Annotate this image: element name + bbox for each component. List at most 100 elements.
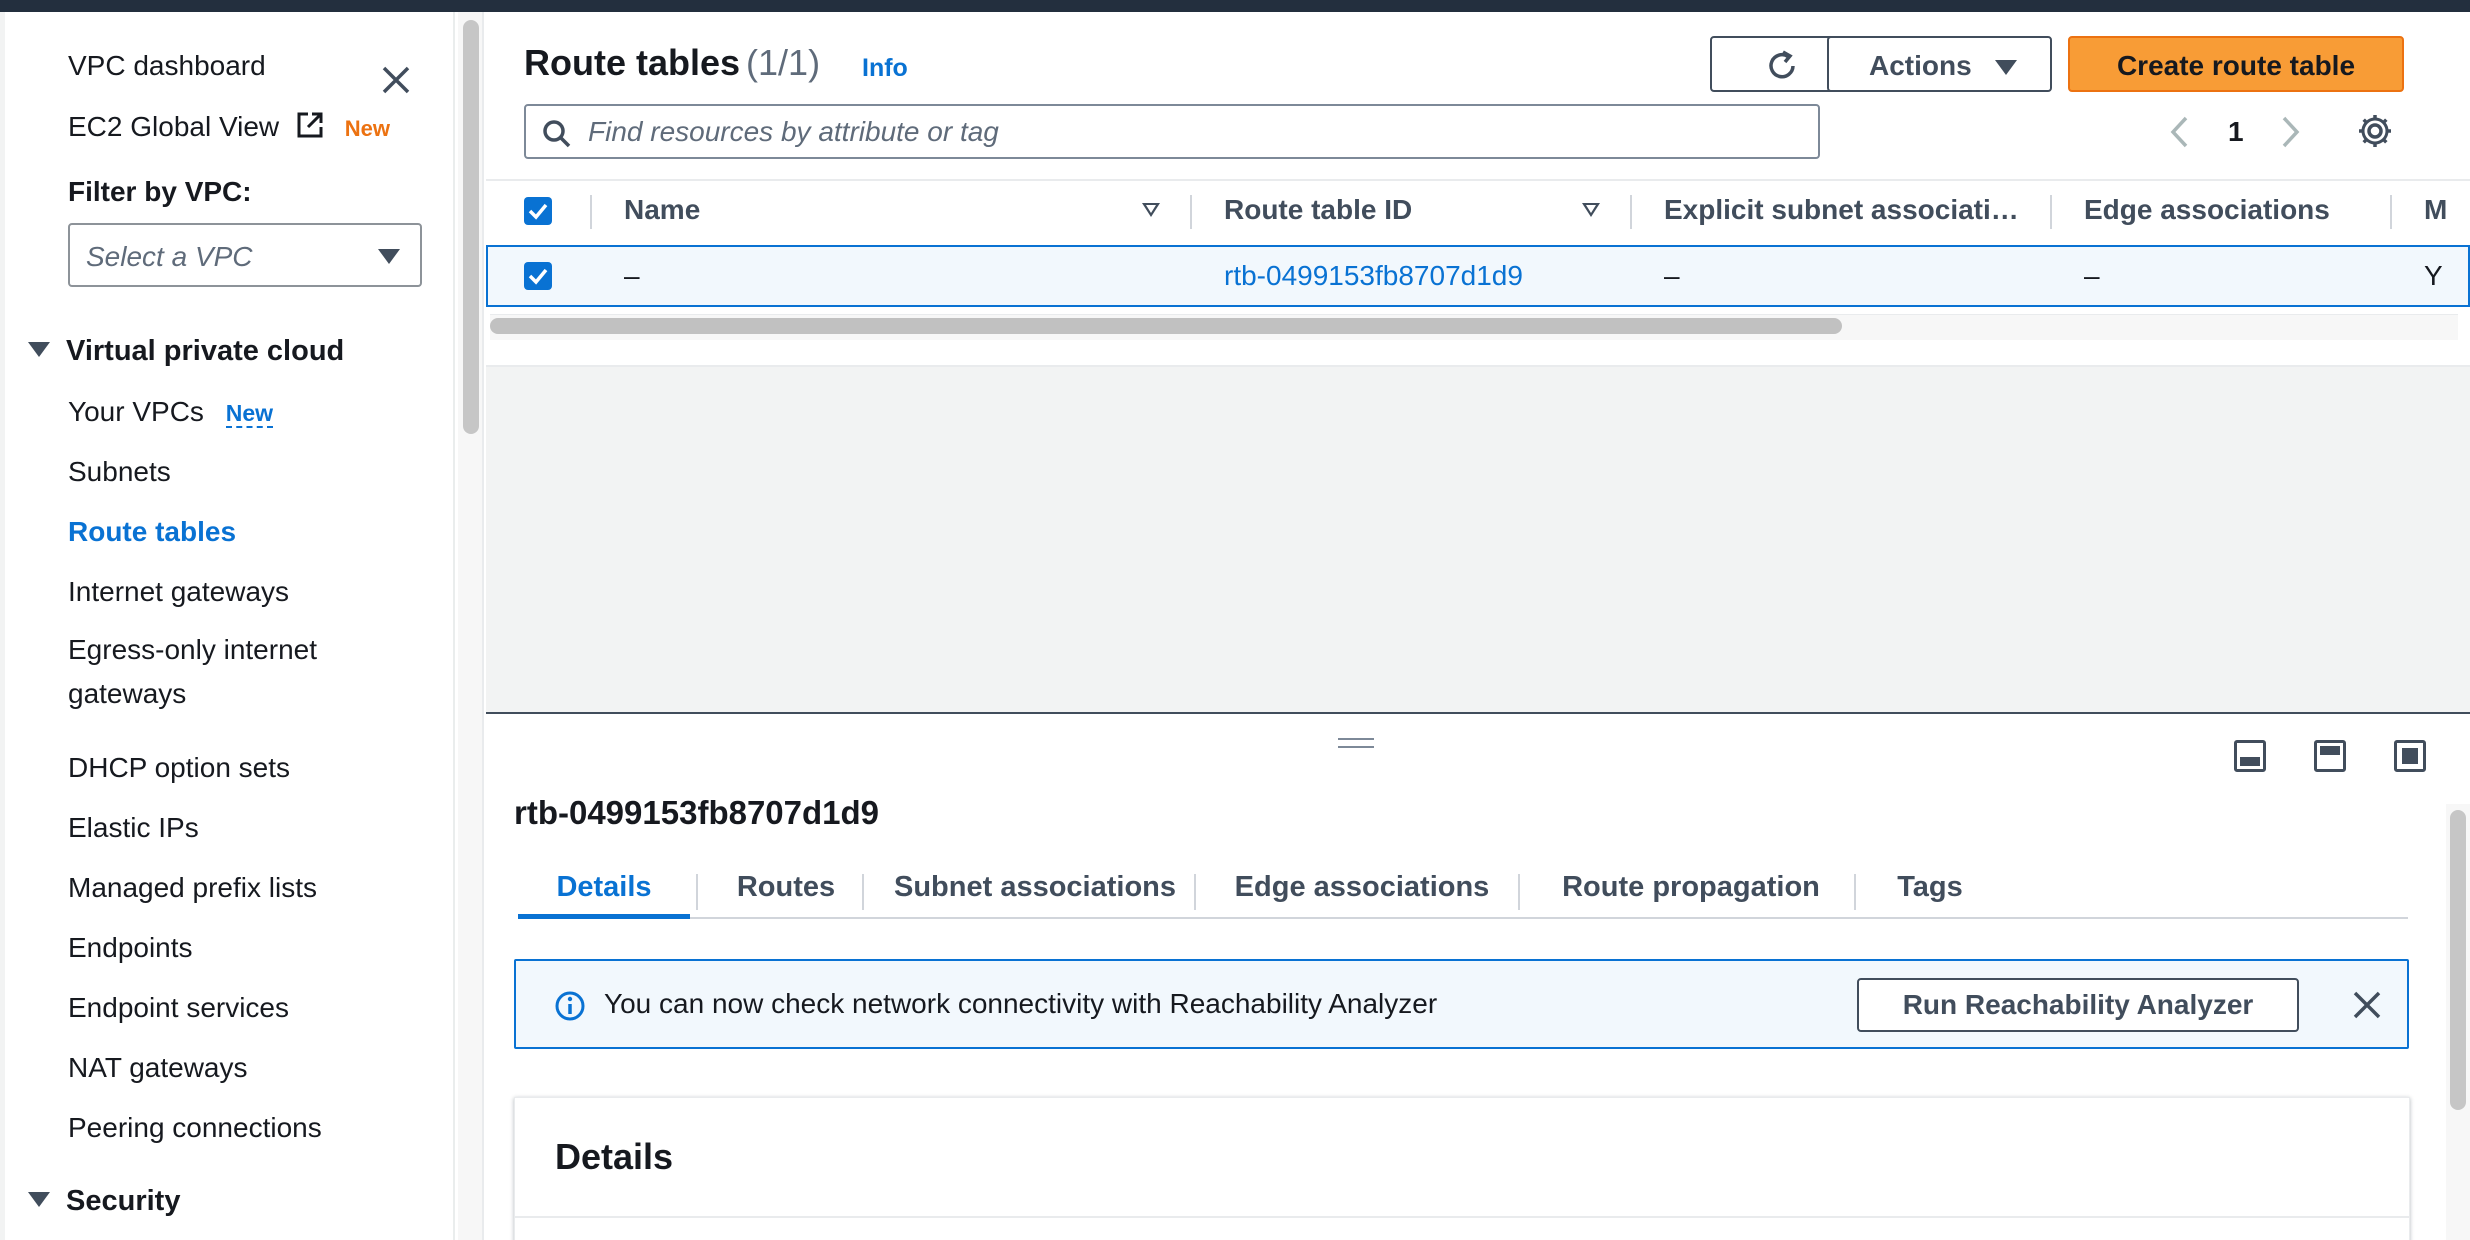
sidebar-item-label: Your VPCs xyxy=(68,396,204,427)
sidebar-item-vpc-dashboard[interactable]: VPC dashboard xyxy=(68,50,266,82)
tab-edge-associations[interactable]: Edge associations xyxy=(1224,864,1500,919)
close-icon[interactable] xyxy=(2350,988,2384,1022)
column-header-main[interactable]: M xyxy=(2424,181,2447,241)
sidebar-item-internet-gateways[interactable]: Internet gateways xyxy=(68,576,289,608)
tab-subnet-associations[interactable]: Subnet associations xyxy=(890,864,1180,919)
caret-down-icon xyxy=(28,342,50,357)
tab-divider xyxy=(1518,874,1520,910)
new-badge[interactable]: New xyxy=(225,400,274,428)
section-security[interactable]: Security xyxy=(28,1185,180,1218)
tab-divider xyxy=(1194,874,1196,910)
page-title-text: Route tables xyxy=(524,42,741,83)
cell-name: – xyxy=(624,260,640,291)
tab-divider xyxy=(1854,874,1856,910)
column-divider xyxy=(590,195,592,229)
cell-explicit-subnet-associations: – xyxy=(1664,260,1680,291)
sidebar-item-subnets[interactable]: Subnets xyxy=(68,456,171,488)
tab-routes[interactable]: Routes xyxy=(726,864,846,919)
sidebar-item-ec2-global-view[interactable]: EC2 Global View New xyxy=(68,110,390,143)
row-checkbox[interactable] xyxy=(524,262,552,290)
column-divider[interactable] xyxy=(1190,195,1192,229)
page-title: Route tables (1/1) xyxy=(524,42,820,84)
sidebar-item-elastic-ips[interactable]: Elastic IPs xyxy=(68,812,199,844)
run-reachability-analyzer-button[interactable]: Run Reachability Analyzer xyxy=(1857,978,2299,1032)
details-container: Details xyxy=(514,1097,2410,1240)
alert-message: You can now check network connectivity w… xyxy=(604,988,1438,1019)
split-panel-scrollbar-thumb[interactable] xyxy=(2450,810,2466,1110)
tab-tags[interactable]: Tags xyxy=(1874,864,1986,919)
cell-route-table-id-link[interactable]: rtb-0499153fb8707d1d9 xyxy=(1224,247,1523,305)
section-label: Security xyxy=(66,1185,181,1217)
panel-hidden-icon[interactable] xyxy=(2394,740,2426,772)
sidebar-item-nat-gateways[interactable]: NAT gateways xyxy=(68,1052,247,1084)
reachability-info-alert: You can now check network connectivity w… xyxy=(514,959,2409,1049)
chevron-right-icon[interactable] xyxy=(2276,115,2304,149)
vpc-filter-select[interactable]: Select a VPC xyxy=(68,223,422,287)
table-horizontal-scrollbar-thumb[interactable] xyxy=(490,318,1842,334)
create-route-table-button[interactable]: Create route table xyxy=(2068,36,2404,92)
gear-icon[interactable] xyxy=(2356,112,2394,150)
table-row[interactable]: – rtb-0499153fb8707d1d9 – – Y xyxy=(486,245,2470,307)
page-number[interactable]: 1 xyxy=(2228,116,2244,148)
sidebar-item-label-line2: gateways xyxy=(68,678,187,709)
search-box[interactable] xyxy=(524,104,1820,159)
details-header: Details xyxy=(555,1136,674,1177)
section-virtual-private-cloud[interactable]: Virtual private cloud xyxy=(28,335,344,368)
cell-edge-associations: – xyxy=(2084,260,2100,291)
top-navigation-bar xyxy=(0,0,2470,12)
ec2-global-view-label: EC2 Global View xyxy=(68,111,280,142)
column-divider[interactable] xyxy=(2390,195,2392,229)
column-divider[interactable] xyxy=(1630,195,1632,229)
sidebar-item-endpoint-services[interactable]: Endpoint services xyxy=(68,992,289,1024)
sidebar-item-managed-prefix-lists[interactable]: Managed prefix lists xyxy=(68,872,317,904)
caret-down-icon xyxy=(1995,60,2017,75)
column-header-name[interactable]: Name xyxy=(624,181,700,241)
sort-icon[interactable] xyxy=(1142,203,1160,217)
info-icon xyxy=(555,991,585,1021)
column-header-edge-associations[interactable]: Edge associations xyxy=(2084,181,2330,241)
select-all-checkbox[interactable] xyxy=(524,197,552,225)
caret-down-icon xyxy=(378,249,400,264)
new-badge: New xyxy=(344,116,390,141)
sidebar-item-peering-connections[interactable]: Peering connections xyxy=(68,1112,322,1144)
sort-icon[interactable] xyxy=(1582,203,1600,217)
main-content: Route tables (1/1) Info Actions Create ro… xyxy=(486,12,2470,1240)
sidebar-item-dhcp-option-sets[interactable]: DHCP option sets xyxy=(68,752,290,784)
split-panel-title: rtb-0499153fb8707d1d9 xyxy=(514,794,880,831)
sidebar-item-label-line1: Egress-only internet xyxy=(68,634,318,665)
side-navigation: VPC dashboard EC2 Global View New Filter… xyxy=(0,12,455,1240)
route-tables-panel: Route tables (1/1) Info Actions Create ro… xyxy=(486,12,2470,367)
column-divider[interactable] xyxy=(2050,195,2052,229)
sidebar-item-your-vpcs[interactable]: Your VPCs New xyxy=(68,396,274,428)
split-panel-tabs: Details Routes Subnet associations Edge … xyxy=(518,864,2408,919)
sidebar-edge xyxy=(0,12,5,1240)
sidebar-scrollbar-thumb[interactable] xyxy=(463,20,479,434)
check-icon xyxy=(528,268,548,285)
section-label: Virtual private cloud xyxy=(66,335,345,367)
tab-route-propagation[interactable]: Route propagation xyxy=(1548,864,1834,919)
tab-divider xyxy=(862,874,864,910)
vpc-filter-placeholder: Select a VPC xyxy=(86,241,253,272)
sidebar-item-endpoints[interactable]: Endpoints xyxy=(68,932,193,964)
panel-bottom-icon[interactable] xyxy=(2234,740,2266,772)
external-link-icon xyxy=(297,112,323,138)
table-header: Name Route table ID Explicit subnet asso… xyxy=(486,179,2470,239)
info-link[interactable]: Info xyxy=(862,54,908,83)
check-icon xyxy=(528,203,548,220)
chevron-left-icon[interactable] xyxy=(2166,115,2194,149)
selection-count: (1/1) xyxy=(746,42,821,83)
column-header-explicit-subnet-associations[interactable]: Explicit subnet associati… xyxy=(1664,181,2019,241)
filter-by-vpc-label: Filter by VPC: xyxy=(68,176,252,207)
close-icon[interactable] xyxy=(378,62,414,98)
actions-dropdown-button[interactable]: Actions xyxy=(1827,36,2052,92)
panel-side-icon[interactable] xyxy=(2314,740,2346,772)
search-icon xyxy=(543,120,571,148)
split-panel-resize-handle[interactable] xyxy=(1338,738,1374,748)
sidebar-item-route-tables[interactable]: Route tables xyxy=(68,516,236,548)
column-header-route-table-id[interactable]: Route table ID xyxy=(1224,181,1412,241)
search-input[interactable] xyxy=(588,112,1788,152)
refresh-icon xyxy=(1769,50,1795,79)
divider xyxy=(515,1216,2409,1218)
tab-details[interactable]: Details xyxy=(518,864,690,919)
sidebar-item-egress-only-internet-gateways[interactable]: Egress-only internet gateways xyxy=(68,628,317,716)
